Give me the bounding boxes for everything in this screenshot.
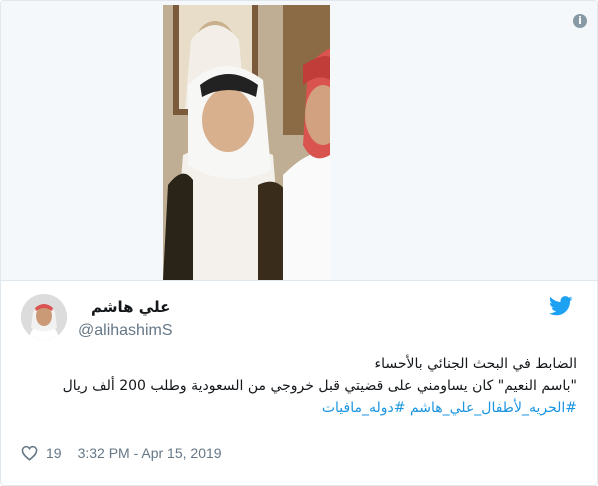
tweet-text: الضابط في البحث الجنائي بالأحساء "باسم ا… [17,353,577,419]
tweet-timestamp[interactable]: 3:32 PM - Apr 15, 2019 [78,445,222,461]
avatar[interactable] [21,294,67,340]
tweet-photo[interactable] [163,5,330,280]
twitter-bird-icon[interactable] [549,296,573,316]
heart-icon[interactable] [21,445,38,461]
hashtag-link[interactable]: #دوله_مافيات [322,400,406,416]
hashtag-line: #الحريه_لأطفال_علي_هاشم #دوله_مافيات [17,397,577,419]
like-count[interactable]: 19 [46,445,62,461]
tweet-footer: 19 3:32 PM - Apr 15, 2019 [21,443,222,463]
tweet-text-line: "باسم النعيم" كان يساومني على قضيتي قبل … [62,378,577,394]
info-icon[interactable]: i [573,14,587,28]
embedded-tweet-card[interactable]: i علي هاشم @alihashimS الضابط في البحث ا… [0,0,598,486]
tweet-text-line: الضابط في البحث الجنائي بالأحساء [374,356,577,372]
hashtag-link[interactable]: #الحريه_لأطفال_علي_هاشم [410,400,577,416]
author-handle[interactable]: @alihashimS [78,322,173,340]
tweet-header: علي هاشم @alihashimS [21,294,581,344]
tweet-media[interactable]: i [1,1,597,281]
author-name[interactable]: علي هاشم [91,298,170,316]
